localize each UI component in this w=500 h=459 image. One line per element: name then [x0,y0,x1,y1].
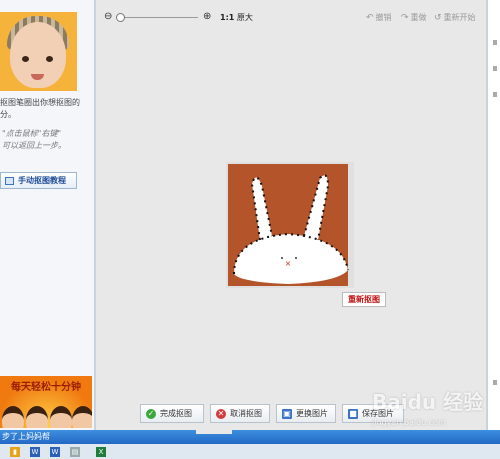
canvas-toolbar: ⊖ ⊕ 1:1 原大 ↶ 撤销 ↷ 重做 ↺ 重新开始 [96,8,486,26]
instruction-line-2: 分。 [0,110,16,119]
right-scroll-strip [487,0,500,430]
ad-banner[interactable]: 每天轻松十分钟 [0,376,92,428]
baby-photo-thumbnail[interactable] [0,12,77,91]
undo-button[interactable]: ↶ 撤销 [366,12,392,23]
cancel-matting-button[interactable]: ✕ 取消抠图 [210,404,270,423]
instruction-line-1: 抠图笔圈出你想抠图的 [0,98,80,107]
folder-icon[interactable]: ▮ [10,447,20,457]
zoom-in-icon[interactable]: ⊕ [203,11,214,22]
tutorial-button-label: 手动抠图教程 [18,176,66,185]
finish-label: 完成抠图 [160,409,192,418]
cartoon-kid-image [26,406,48,428]
cartoon-kid-image [72,406,92,428]
save-icon: ■ [348,408,358,419]
zoom-ratio-text: 原大 [236,13,253,22]
zoom-slider[interactable] [120,17,198,18]
cancel-label: 取消抠图 [230,409,262,418]
baidu-url: jingyan.baidu.com [372,418,446,427]
book-icon [5,176,14,185]
editing-canvas[interactable]: ⊖ ⊕ 1:1 原大 ↶ 撤销 ↷ 重做 ↺ 重新开始 × 重新抠图 ✓ 完成抠图 ✕ 取… [96,0,486,430]
baidu-logo: Baidu 经验 [372,390,484,414]
document-icon[interactable]: ▤ [70,447,80,457]
check-icon: ✓ [146,408,156,419]
restart-label: 重新开始 [443,13,476,22]
restart-icon: ↺ [434,12,442,23]
redo-icon: ↷ [401,12,409,23]
baidu-watermark: Baidu 经验 jingyan.baidu.com [372,384,496,432]
zoom-slider-knob[interactable] [116,13,125,22]
status-bar: 步了上妈妈帮 [0,430,500,444]
ad-banner-text: 每天轻松十分钟 [11,382,81,393]
cartoon-kid-image [50,406,72,428]
status-tab-shape [196,430,232,434]
zoom-ratio-label[interactable]: 1:1 原大 [220,12,253,23]
redo-matting-button[interactable]: 重新抠图 [342,292,386,307]
hint-line-1: "点击鼠标"右键" [2,129,62,138]
instruction-text: 抠图笔圈出你想抠图的 分。 [0,97,88,121]
image-icon: ▣ [282,408,292,419]
redo-button[interactable]: ↷ 重做 [401,12,427,23]
excel-icon[interactable]: X [96,447,106,457]
decor-dot [493,40,497,45]
decor-dot [493,92,497,97]
finish-matting-button[interactable]: ✓ 完成抠图 [140,404,204,423]
taskbar: ▮ W W ▤ X [0,444,500,459]
hint-line-2: 可以返回上一步。 [2,141,66,150]
word-icon[interactable]: W [50,447,60,457]
tutorial-button[interactable]: 手动抠图教程 [0,172,77,189]
rabbit-illustration: × [228,164,349,286]
eye-shape [22,56,29,62]
undo-icon: ↶ [366,12,374,23]
zoom-out-icon[interactable]: ⊖ [104,11,115,22]
word-icon[interactable]: W [30,447,40,457]
eye-shape [46,56,53,62]
replace-label: 更换图片 [296,409,328,418]
zoom-ratio-value: 1:1 [220,13,235,22]
decor-dot [493,66,497,71]
undo-label: 撤销 [375,13,392,22]
svg-text:×: × [285,259,292,268]
redo-label: 重做 [410,13,427,22]
restart-button[interactable]: ↺ 重新开始 [434,12,476,23]
status-text: 步了上妈妈帮 [2,432,50,441]
rabbit-image[interactable]: × [226,162,354,288]
handwritten-hint: "点击鼠标"右键" 可以返回上一步。 [2,128,90,152]
replace-image-button[interactable]: ▣ 更换图片 [276,404,336,423]
cartoon-kid-image [2,406,24,428]
cancel-icon: ✕ [216,408,226,419]
left-panel: 抠图笔圈出你想抠图的 分。 "点击鼠标"右键" 可以返回上一步。 手动抠图教程 … [0,0,95,430]
